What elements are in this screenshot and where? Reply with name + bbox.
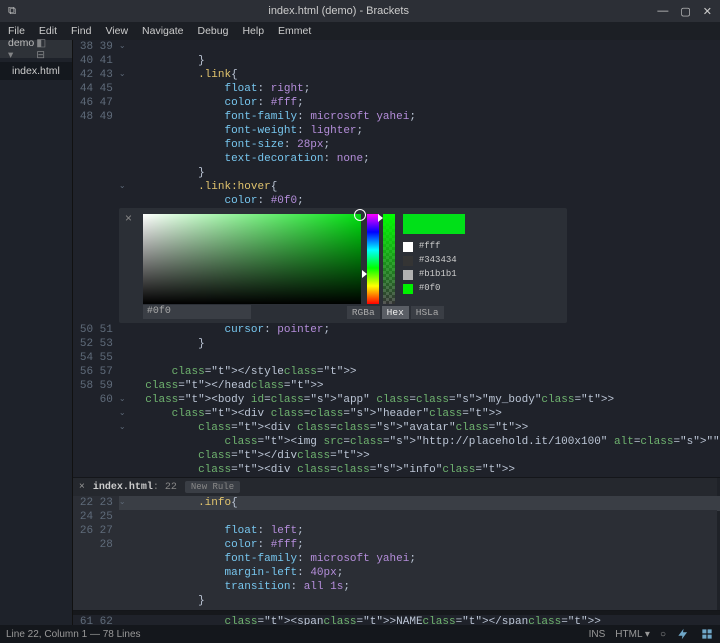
gutter: 50 51 52 53 54 55 56 57 58 59 60 <box>73 323 119 407</box>
app-icon: ⧉ <box>0 5 20 18</box>
titlebar: ⧉ index.html (demo) - Brackets — ▢ ✕ <box>0 0 720 22</box>
color-input[interactable]: #0f0 <box>143 305 251 319</box>
hue-handle[interactable] <box>362 270 367 278</box>
color-swatch[interactable] <box>403 242 413 252</box>
editor-pane: ⚙ 38 39 40 41 42 43 44 45 46 47 48 49 ⌄ … <box>73 40 720 625</box>
swatch-label: #fff <box>419 241 441 251</box>
maximize-icon[interactable]: ▢ <box>680 5 690 18</box>
code-area[interactable]: } .link{ float: right; color: #fff; font… <box>119 40 720 208</box>
sidebar: demo ▾ ◧ ⊟ index.html <box>0 40 73 625</box>
menu-view[interactable]: View <box>105 25 128 37</box>
color-swatch[interactable] <box>403 270 413 280</box>
language-mode[interactable]: HTML ▾ <box>615 629 650 640</box>
file-item[interactable]: index.html <box>0 62 72 80</box>
saturation-value-field[interactable] <box>143 214 361 304</box>
chevron-down-icon: ▾ <box>8 49 13 61</box>
fold-gutter[interactable]: ⌄ ⌄ ⌄ <box>119 323 129 477</box>
alpha-slider[interactable] <box>383 214 395 304</box>
project-dropdown[interactable]: demo ▾ ◧ ⊟ <box>0 40 72 58</box>
quick-edit-panel: × index.html: 22 New Rule 22 23 24 25 26 27… <box>73 477 720 611</box>
gutter: 38 39 40 41 42 43 44 45 46 47 48 49 <box>73 40 119 124</box>
minimize-icon[interactable]: — <box>657 5 668 18</box>
swatch-label: #343434 <box>419 255 457 265</box>
quick-edit-file: index.html: 22 <box>93 482 177 493</box>
current-line: .info{ <box>119 496 717 510</box>
menubar: File Edit Find View Navigate Debug Help … <box>0 22 720 40</box>
menu-debug[interactable]: Debug <box>197 25 228 37</box>
menu-help[interactable]: Help <box>242 25 264 37</box>
code-area[interactable]: .info{ float: left; color: #fff; font-fa… <box>119 496 717 608</box>
swatch-label: #b1b1b1 <box>419 269 457 279</box>
new-rule-button[interactable]: New Rule <box>185 481 240 493</box>
menu-find[interactable]: Find <box>71 25 91 37</box>
inline-color-picker: × #fff #343434 #b1b1b1 #0f0 #0f0 RGBaHexHSLa <box>119 208 567 323</box>
working-files: index.html <box>0 58 72 84</box>
color-mode-group: RGBaHexHSLa <box>347 306 444 319</box>
color-mode-hsla[interactable]: HSLa <box>411 306 444 319</box>
insert-mode[interactable]: INS <box>589 629 606 640</box>
window-title: index.html (demo) - Brackets <box>20 5 657 17</box>
menu-edit[interactable]: Edit <box>39 25 57 37</box>
extension-icon[interactable] <box>700 627 714 641</box>
close-icon[interactable]: × <box>125 212 132 226</box>
live-preview-icon[interactable] <box>676 627 690 641</box>
gutter: 61 62 63 64 65 66 <box>73 615 119 625</box>
close-icon[interactable]: ✕ <box>703 5 712 18</box>
quick-edit-tab: × index.html: 22 New Rule <box>73 478 720 496</box>
color-cursor[interactable] <box>354 209 366 221</box>
fold-gutter[interactable]: ⌄ ⌄ ⌄ <box>119 40 129 208</box>
hue-slider[interactable] <box>367 214 379 304</box>
alpha-handle[interactable] <box>378 214 383 222</box>
color-swatch[interactable] <box>403 284 413 294</box>
swatch-label: #0f0 <box>419 283 441 293</box>
code-area[interactable]: cursor: pointer; } class="t"></styleclas… <box>119 323 720 477</box>
gutter: 22 23 24 25 26 27 28 <box>73 496 119 552</box>
color-preview <box>403 214 465 234</box>
fold-gutter[interactable]: ⌄ <box>119 496 129 594</box>
code-area[interactable]: class="t"><spanclass="t">>NAMEclass="t">… <box>119 615 720 625</box>
menu-file[interactable]: File <box>8 25 25 37</box>
menu-emmet[interactable]: Emmet <box>278 25 311 37</box>
color-mode-hex[interactable]: Hex <box>382 306 409 319</box>
split-view-icon[interactable]: ◧ ⊟ <box>36 37 64 61</box>
color-swatch[interactable] <box>403 256 413 266</box>
color-mode-rgba[interactable]: RGBa <box>347 306 380 319</box>
statusbar: Line 22, Column 1 — 78 Lines INS HTML ▾ … <box>0 625 720 643</box>
menu-navigate[interactable]: Navigate <box>142 25 183 37</box>
close-icon[interactable]: × <box>79 482 85 493</box>
status-spaces-icon[interactable]: ○ <box>660 629 666 640</box>
cursor-position[interactable]: Line 22, Column 1 — 78 Lines <box>6 629 141 640</box>
